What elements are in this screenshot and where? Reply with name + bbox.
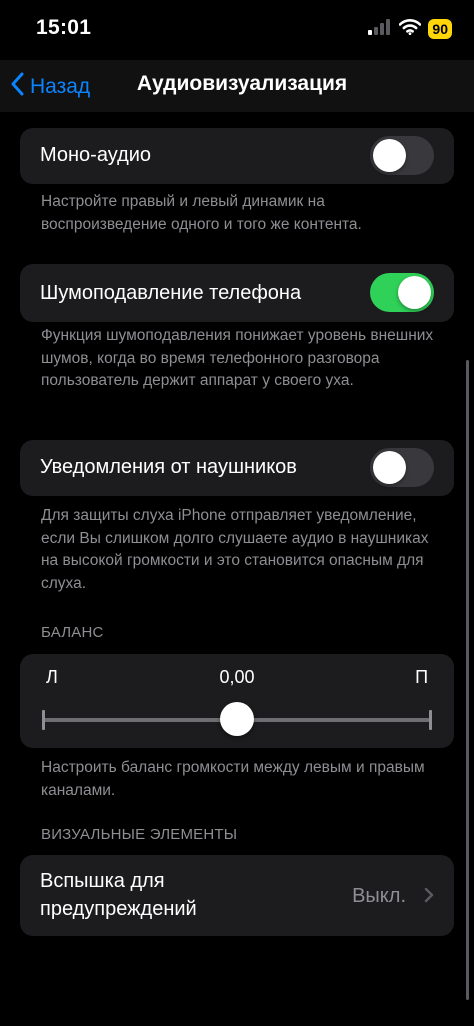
signal-icon xyxy=(368,18,392,40)
status-bar: 15:01 90 xyxy=(0,0,474,60)
balance-right-tick xyxy=(429,710,432,730)
headphone-notifications-cell: Уведомления от наушников xyxy=(20,440,454,496)
noise-cancellation-label: Шумоподавление телефона xyxy=(40,282,302,304)
balance-left-tick xyxy=(42,710,45,730)
balance-section-header: БАЛАНС xyxy=(41,624,104,641)
battery-icon: 90 xyxy=(428,19,452,39)
flash-alerts-cell[interactable]: Вспышка для предупреждений Выкл. xyxy=(20,855,454,936)
page-title: Аудиовизуализация xyxy=(136,72,348,95)
mono-audio-description: Настройте правый и левый динамик на восп… xyxy=(41,193,362,233)
balance-description: Настроить баланс громкости между левым и… xyxy=(41,759,425,799)
balance-slider-thumb[interactable] xyxy=(220,702,254,736)
visual-section-header: ВИЗУАЛЬНЫЕ ЭЛЕМЕНТЫ xyxy=(41,826,238,843)
chevron-right-icon xyxy=(424,887,434,908)
mono-audio-cell: Моно-аудио xyxy=(20,128,454,184)
headphone-notifications-description: Для защиты слуха iPhone отправляет уведо… xyxy=(41,507,429,592)
toggle-knob xyxy=(373,139,406,172)
toggle-knob xyxy=(373,451,406,484)
status-time: 15:01 xyxy=(36,16,92,39)
scrollbar[interactable] xyxy=(466,360,469,1000)
balance-cell: Л 0,00 П xyxy=(20,654,454,748)
toggle-knob xyxy=(398,276,431,309)
headphone-notifications-label: Уведомления от наушников xyxy=(40,456,297,478)
balance-value: 0,00 xyxy=(219,667,255,687)
flash-alerts-label: Вспышка для предупреждений xyxy=(40,870,197,920)
noise-cancellation-description: Функция шумоподавления понижает уровень … xyxy=(41,327,434,389)
noise-cancellation-toggle[interactable] xyxy=(370,273,434,312)
navigation-bar: Назад Аудиовизуализация xyxy=(0,60,474,112)
noise-cancellation-cell: Шумоподавление телефона xyxy=(20,264,454,322)
status-icons: 90 xyxy=(368,18,452,40)
balance-right-label: П xyxy=(415,667,428,687)
wifi-icon xyxy=(399,18,422,40)
mono-audio-toggle[interactable] xyxy=(370,136,434,175)
flash-alerts-value: Выкл. xyxy=(352,885,406,907)
mono-audio-label: Моно-аудио xyxy=(40,144,152,166)
headphone-notifications-toggle[interactable] xyxy=(370,448,434,487)
